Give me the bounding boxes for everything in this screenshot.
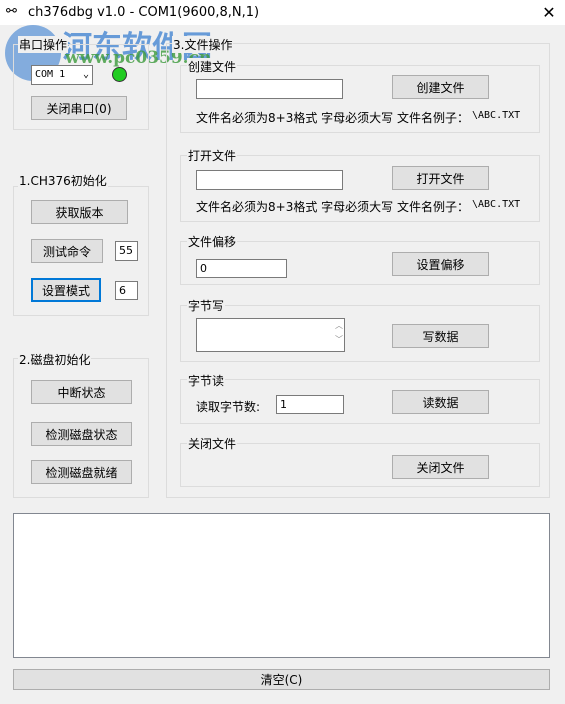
create-filename-input[interactable]	[196, 79, 343, 99]
interrupt-status-button[interactable]: 中断状态	[31, 380, 132, 404]
offset-input[interactable]: 0	[196, 259, 287, 278]
mode-value-input[interactable]: 6	[115, 281, 138, 300]
chevron-down-icon: ⌄	[82, 69, 89, 80]
open-file-example: \ABC.TXT	[472, 199, 521, 210]
check-disk-status-button[interactable]: 检测磁盘状态	[31, 422, 132, 446]
close-file-label: 关闭文件	[187, 435, 238, 452]
set-offset-button[interactable]: 设置偏移	[392, 252, 489, 276]
write-label: 字节写	[187, 297, 226, 314]
status-led	[112, 67, 127, 82]
create-file-button[interactable]: 创建文件	[392, 75, 489, 99]
get-version-button[interactable]: 获取版本	[31, 200, 128, 224]
create-file-label: 创建文件	[187, 58, 238, 75]
disk-group-label: 2.磁盘初始化	[18, 351, 92, 368]
create-file-hint: 文件名必须为8+3格式 字母必须大写 文件名例子：	[196, 111, 469, 125]
read-data-button[interactable]: 读数据	[392, 390, 489, 414]
open-file-label: 打开文件	[187, 147, 238, 164]
app-icon: ⚯	[6, 4, 17, 19]
init-group-label: 1.CH376初始化	[18, 172, 108, 189]
close-file-button[interactable]: 关闭文件	[392, 455, 489, 479]
read-count-label: 读取字节数:	[196, 400, 261, 414]
open-filename-input[interactable]	[196, 170, 343, 190]
test-command-button[interactable]: 测试命令	[31, 239, 103, 263]
window-title: ch376dbg v1.0 - COM1(9600,8,N,1)	[28, 5, 260, 20]
read-label: 字节读	[187, 372, 226, 389]
port-value: COM 1	[35, 69, 66, 80]
test-value-input[interactable]: 55	[115, 241, 138, 261]
create-file-example: \ABC.TXT	[472, 110, 521, 121]
port-select[interactable]: COM 1 ⌄	[31, 65, 93, 85]
read-count-input[interactable]: 1	[276, 395, 344, 414]
serial-group-label: 串口操作	[18, 36, 69, 53]
open-file-button[interactable]: 打开文件	[392, 166, 489, 190]
log-output[interactable]	[13, 513, 550, 658]
set-mode-button[interactable]: 设置模式	[31, 278, 101, 302]
write-data-textarea[interactable]: ︿ ﹀	[196, 318, 345, 352]
scroll-arrows-icon[interactable]: ︿ ﹀	[335, 319, 343, 347]
open-file-hint: 文件名必须为8+3格式 字母必须大写 文件名例子：	[196, 200, 469, 214]
write-data-button[interactable]: 写数据	[392, 324, 489, 348]
offset-label: 文件偏移	[187, 233, 238, 250]
file-group-label: 3.文件操作	[172, 36, 234, 53]
close-button[interactable]: ✕	[535, 2, 563, 24]
check-disk-ready-button[interactable]: 检测磁盘就绪	[31, 460, 132, 484]
close-port-button[interactable]: 关闭串口(0)	[31, 96, 127, 120]
clear-button[interactable]: 清空(C)	[13, 669, 550, 690]
